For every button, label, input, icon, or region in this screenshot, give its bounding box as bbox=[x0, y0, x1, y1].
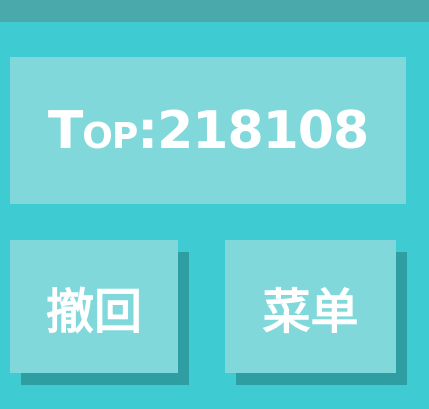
undo-button-label: 撤回 bbox=[45, 283, 142, 340]
top-score-text: Top:218108 bbox=[47, 100, 369, 161]
top-score-value: 218108 bbox=[157, 100, 369, 161]
menu-button[interactable]: 菜单 bbox=[225, 240, 396, 373]
top-score-panel: Top:218108 bbox=[10, 57, 406, 204]
menu-button-label: 菜单 bbox=[262, 283, 359, 340]
top-bar bbox=[0, 0, 429, 22]
top-score-label: Top: bbox=[47, 100, 158, 161]
undo-button[interactable]: 撤回 bbox=[10, 240, 178, 373]
